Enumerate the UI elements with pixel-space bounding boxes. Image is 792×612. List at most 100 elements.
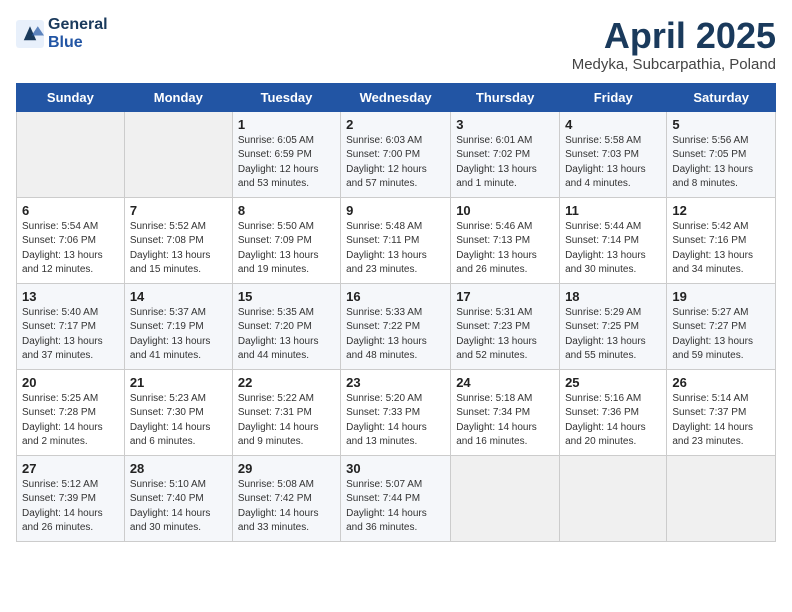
day-number: 11 <box>565 203 661 218</box>
day-info: Sunrise: 5:14 AM Sunset: 7:37 PM Dayligh… <box>672 392 770 450</box>
month-title: April 2025 <box>572 16 776 56</box>
calendar-cell: 21Sunrise: 5:23 AM Sunset: 7:30 PM Dayli… <box>124 369 232 455</box>
day-info: Sunrise: 6:01 AM Sunset: 7:02 PM Dayligh… <box>456 134 554 192</box>
day-number: 10 <box>456 203 554 218</box>
calendar-cell: 9 Sunrise: 5:48 AM Sunset: 7:11 PM Daylig… <box>341 197 451 283</box>
day-info: Sunrise: 5:44 AM Sunset: 7:14 PM Dayligh… <box>565 220 661 278</box>
day-number: 18 <box>565 289 661 304</box>
day-info: Sunrise: 5:50 AM Sunset: 7:09 PM Dayligh… <box>238 220 335 278</box>
day-number: 7 <box>130 203 227 218</box>
calendar-cell: 12 Sunrise: 5:42 AM Sunset: 7:16 PM Dayli… <box>667 197 776 283</box>
day-info: Sunrise: 5:18 AM Sunset: 7:34 PM Dayligh… <box>456 392 554 450</box>
day-number: 1 <box>238 117 335 132</box>
day-number: 17 <box>456 289 554 304</box>
calendar-cell: 16Sunrise: 5:33 AM Sunset: 7:22 PM Dayli… <box>341 283 451 369</box>
day-number: 29 <box>238 461 335 476</box>
calendar-cell <box>560 455 667 541</box>
calendar-cell: 8 Sunrise: 5:50 AM Sunset: 7:09 PM Daylig… <box>232 197 340 283</box>
calendar-cell: 2 Sunrise: 6:03 AM Sunset: 7:00 PM Daylig… <box>341 111 451 197</box>
location: Medyka, Subcarpathia, Poland <box>572 56 776 73</box>
day-info: Sunrise: 5:33 AM Sunset: 7:22 PM Dayligh… <box>346 306 445 364</box>
day-info: Sunrise: 5:08 AM Sunset: 7:42 PM Dayligh… <box>238 478 335 536</box>
day-info: Sunrise: 5:20 AM Sunset: 7:33 PM Dayligh… <box>346 392 445 450</box>
day-of-week-header: Thursday <box>451 83 560 111</box>
day-number: 22 <box>238 375 335 390</box>
day-number: 2 <box>346 117 445 132</box>
day-info: Sunrise: 5:27 AM Sunset: 7:27 PM Dayligh… <box>672 306 770 364</box>
calendar-week-row: 6 Sunrise: 5:54 AM Sunset: 7:06 PM Daylig… <box>17 197 776 283</box>
day-info: Sunrise: 5:37 AM Sunset: 7:19 PM Dayligh… <box>130 306 227 364</box>
calendar-cell: 22 Sunrise: 5:22 AM Sunset: 7:31 PM Dayli… <box>232 369 340 455</box>
day-info: Sunrise: 5:07 AM Sunset: 7:44 PM Dayligh… <box>346 478 445 536</box>
calendar-cell: 11 Sunrise: 5:44 AM Sunset: 7:14 PM Dayli… <box>560 197 667 283</box>
day-of-week-header: Tuesday <box>232 83 340 111</box>
calendar-week-row: 13 Sunrise: 5:40 AM Sunset: 7:17 PM Dayli… <box>17 283 776 369</box>
day-number: 12 <box>672 203 770 218</box>
calendar-cell: 4 Sunrise: 5:58 AM Sunset: 7:03 PM Daylig… <box>560 111 667 197</box>
day-number: 26 <box>672 375 770 390</box>
day-number: 6 <box>22 203 119 218</box>
day-info: Sunrise: 5:54 AM Sunset: 7:06 PM Dayligh… <box>22 220 119 278</box>
calendar-header-row: SundayMondayTuesdayWednesdayThursdayFrid… <box>17 83 776 111</box>
day-info: Sunrise: 5:35 AM Sunset: 7:20 PM Dayligh… <box>238 306 335 364</box>
day-info: Sunrise: 5:22 AM Sunset: 7:31 PM Dayligh… <box>238 392 335 450</box>
calendar-cell <box>451 455 560 541</box>
day-number: 9 <box>346 203 445 218</box>
day-info: Sunrise: 5:25 AM Sunset: 7:28 PM Dayligh… <box>22 392 119 450</box>
day-number: 27 <box>22 461 119 476</box>
page-header: General Blue April 2025 Medyka, Subcarpa… <box>16 16 776 73</box>
calendar-cell: 15Sunrise: 5:35 AM Sunset: 7:20 PM Dayli… <box>232 283 340 369</box>
day-number: 20 <box>22 375 119 390</box>
title-block: April 2025 Medyka, Subcarpathia, Poland <box>572 16 776 73</box>
day-of-week-header: Friday <box>560 83 667 111</box>
calendar-cell <box>124 111 232 197</box>
day-info: Sunrise: 5:12 AM Sunset: 7:39 PM Dayligh… <box>22 478 119 536</box>
day-info: Sunrise: 5:58 AM Sunset: 7:03 PM Dayligh… <box>565 134 661 192</box>
day-number: 28 <box>130 461 227 476</box>
calendar-cell: 30 Sunrise: 5:07 AM Sunset: 7:44 PM Dayli… <box>341 455 451 541</box>
calendar-cell <box>17 111 125 197</box>
day-number: 19 <box>672 289 770 304</box>
day-of-week-header: Saturday <box>667 83 776 111</box>
day-info: Sunrise: 5:48 AM Sunset: 7:11 PM Dayligh… <box>346 220 445 278</box>
day-number: 23 <box>346 375 445 390</box>
day-of-week-header: Sunday <box>17 83 125 111</box>
day-info: Sunrise: 6:03 AM Sunset: 7:00 PM Dayligh… <box>346 134 445 192</box>
calendar-cell: 23 Sunrise: 5:20 AM Sunset: 7:33 PM Dayli… <box>341 369 451 455</box>
calendar-cell: 29 Sunrise: 5:08 AM Sunset: 7:42 PM Dayli… <box>232 455 340 541</box>
day-number: 14 <box>130 289 227 304</box>
logo-line1: General <box>48 16 108 34</box>
day-number: 13 <box>22 289 119 304</box>
day-info: Sunrise: 5:16 AM Sunset: 7:36 PM Dayligh… <box>565 392 661 450</box>
calendar-cell: 13 Sunrise: 5:40 AM Sunset: 7:17 PM Dayli… <box>17 283 125 369</box>
day-number: 24 <box>456 375 554 390</box>
day-number: 4 <box>565 117 661 132</box>
day-info: Sunrise: 5:56 AM Sunset: 7:05 PM Dayligh… <box>672 134 770 192</box>
calendar-week-row: 20 Sunrise: 5:25 AM Sunset: 7:28 PM Dayli… <box>17 369 776 455</box>
day-info: Sunrise: 5:31 AM Sunset: 7:23 PM Dayligh… <box>456 306 554 364</box>
calendar-cell: 25 Sunrise: 5:16 AM Sunset: 7:36 PM Dayli… <box>560 369 667 455</box>
calendar-cell: 20 Sunrise: 5:25 AM Sunset: 7:28 PM Dayli… <box>17 369 125 455</box>
day-of-week-header: Monday <box>124 83 232 111</box>
calendar-cell: 26 Sunrise: 5:14 AM Sunset: 7:37 PM Dayli… <box>667 369 776 455</box>
calendar-week-row: 1Sunrise: 6:05 AM Sunset: 6:59 PM Daylig… <box>17 111 776 197</box>
calendar-cell: 10 Sunrise: 5:46 AM Sunset: 7:13 PM Dayli… <box>451 197 560 283</box>
calendar-table: SundayMondayTuesdayWednesdayThursdayFrid… <box>16 83 776 542</box>
calendar-cell: 6 Sunrise: 5:54 AM Sunset: 7:06 PM Daylig… <box>17 197 125 283</box>
day-info: Sunrise: 5:42 AM Sunset: 7:16 PM Dayligh… <box>672 220 770 278</box>
day-info: Sunrise: 5:23 AM Sunset: 7:30 PM Dayligh… <box>130 392 227 450</box>
day-number: 8 <box>238 203 335 218</box>
logo: General Blue <box>16 16 108 51</box>
calendar-cell <box>667 455 776 541</box>
day-info: Sunrise: 5:40 AM Sunset: 7:17 PM Dayligh… <box>22 306 119 364</box>
day-number: 5 <box>672 117 770 132</box>
day-number: 25 <box>565 375 661 390</box>
day-info: Sunrise: 5:46 AM Sunset: 7:13 PM Dayligh… <box>456 220 554 278</box>
calendar-cell: 7Sunrise: 5:52 AM Sunset: 7:08 PM Daylig… <box>124 197 232 283</box>
day-number: 30 <box>346 461 445 476</box>
calendar-cell: 5 Sunrise: 5:56 AM Sunset: 7:05 PM Daylig… <box>667 111 776 197</box>
day-info: Sunrise: 5:29 AM Sunset: 7:25 PM Dayligh… <box>565 306 661 364</box>
calendar-cell: 3Sunrise: 6:01 AM Sunset: 7:02 PM Daylig… <box>451 111 560 197</box>
calendar-week-row: 27 Sunrise: 5:12 AM Sunset: 7:39 PM Dayli… <box>17 455 776 541</box>
day-info: Sunrise: 5:10 AM Sunset: 7:40 PM Dayligh… <box>130 478 227 536</box>
